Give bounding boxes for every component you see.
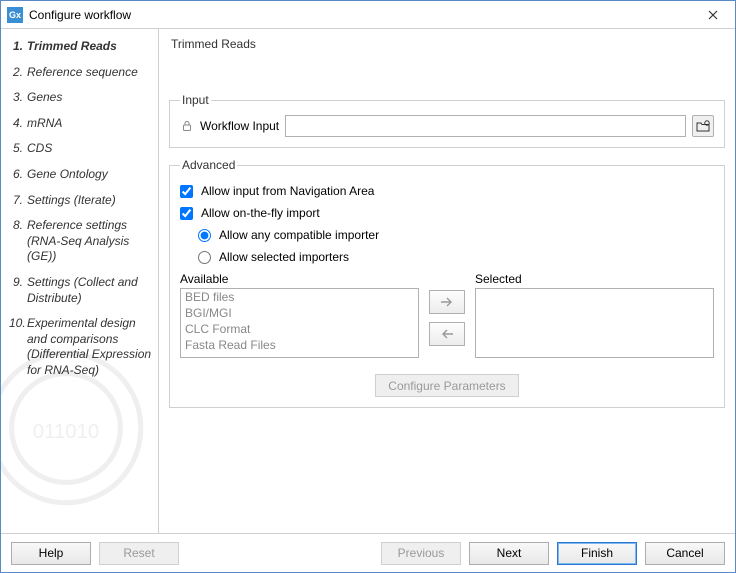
step-label: Reference settings (RNA-Seq Analysis (GE… <box>27 218 154 265</box>
main-panel: Trimmed Reads Input Workflow Input Advan… <box>159 29 735 533</box>
arrow-right-icon <box>440 297 454 307</box>
step-label: Genes <box>27 90 154 106</box>
step-number: 1. <box>9 39 27 55</box>
next-button[interactable]: Next <box>469 542 549 565</box>
allow-fly-checkbox-row[interactable]: Allow on-the-fly import <box>180 206 714 220</box>
step-number: 8. <box>9 218 27 265</box>
allow-selected-radio[interactable] <box>198 251 211 264</box>
step-number: 9. <box>9 275 27 306</box>
browse-button[interactable] <box>692 115 714 137</box>
available-label: Available <box>180 272 419 286</box>
step-label: Reference sequence <box>27 65 154 81</box>
step-label: Settings (Iterate) <box>27 193 154 209</box>
selected-label: Selected <box>475 272 714 286</box>
workflow-input-label: Workflow Input <box>200 119 279 133</box>
arrow-left-icon <box>440 329 454 339</box>
step-label: Settings (Collect and Distribute) <box>27 275 154 306</box>
allow-nav-checkbox[interactable] <box>180 185 193 198</box>
allow-selected-radio-row[interactable]: Allow selected importers <box>198 250 714 264</box>
step-number: 6. <box>9 167 27 183</box>
step-label: CDS <box>27 141 154 157</box>
lock-icon <box>180 119 194 133</box>
close-button[interactable] <box>693 2 733 28</box>
previous-button: Previous <box>381 542 461 565</box>
wizard-step[interactable]: 9.Settings (Collect and Distribute) <box>9 275 154 306</box>
step-label: Trimmed Reads <box>27 39 154 55</box>
wizard-step[interactable]: 10.Experimental design and comparisons (… <box>9 316 154 378</box>
allow-any-radio-row[interactable]: Allow any compatible importer <box>198 228 714 242</box>
footer: Help Reset Previous Next Finish Cancel <box>1 534 735 572</box>
step-number: 7. <box>9 193 27 209</box>
cancel-button[interactable]: Cancel <box>645 542 725 565</box>
advanced-group: Advanced Allow input from Navigation Are… <box>169 158 725 408</box>
allow-nav-label: Allow input from Navigation Area <box>201 184 374 198</box>
step-number: 4. <box>9 116 27 132</box>
wizard-step[interactable]: 3.Genes <box>9 90 154 106</box>
allow-fly-label: Allow on-the-fly import <box>201 206 320 220</box>
close-icon <box>708 10 718 20</box>
step-number: 3. <box>9 90 27 106</box>
allow-nav-checkbox-row[interactable]: Allow input from Navigation Area <box>180 184 714 198</box>
step-label: Gene Ontology <box>27 167 154 183</box>
finish-button[interactable]: Finish <box>557 542 637 565</box>
svg-text:011010: 011010 <box>33 421 100 443</box>
allow-fly-checkbox[interactable] <box>180 207 193 220</box>
move-right-button[interactable] <box>429 290 465 314</box>
wizard-step[interactable]: 8.Reference settings (RNA-Seq Analysis (… <box>9 218 154 265</box>
step-number: 10. <box>9 316 27 378</box>
configure-parameters-button: Configure Parameters <box>375 374 518 397</box>
workflow-input-field[interactable] <box>285 115 686 137</box>
step-label: mRNA <box>27 116 154 132</box>
list-item[interactable]: BED files <box>181 289 418 305</box>
step-number: 2. <box>9 65 27 81</box>
reset-button: Reset <box>99 542 179 565</box>
titlebar: Gx Configure workflow <box>1 1 735 29</box>
wizard-step[interactable]: 6.Gene Ontology <box>9 167 154 183</box>
page-title: Trimmed Reads <box>169 37 725 51</box>
window-title: Configure workflow <box>29 8 693 22</box>
app-icon: Gx <box>7 7 23 23</box>
wizard-step[interactable]: 2.Reference sequence <box>9 65 154 81</box>
step-number: 5. <box>9 141 27 157</box>
wizard-step[interactable]: 7.Settings (Iterate) <box>9 193 154 209</box>
step-label: Experimental design and comparisons (Dif… <box>27 316 154 378</box>
advanced-legend: Advanced <box>180 158 237 172</box>
browse-folder-icon <box>696 119 710 133</box>
input-group: Input Workflow Input <box>169 93 725 148</box>
allow-selected-label: Allow selected importers <box>219 250 349 264</box>
window: Gx Configure workflow 011010 1.Trimmed R… <box>0 0 736 573</box>
list-item[interactable]: Fasta Read Files <box>181 337 418 353</box>
list-item[interactable]: CLC Format <box>181 321 418 337</box>
wizard-step[interactable]: 1.Trimmed Reads <box>9 39 154 55</box>
importer-picker: Available BED filesBGI/MGICLC FormatFast… <box>180 272 714 358</box>
body: 011010 1.Trimmed Reads2.Reference sequen… <box>1 29 735 534</box>
allow-any-label: Allow any compatible importer <box>219 228 379 242</box>
selected-listbox[interactable] <box>475 288 714 358</box>
wizard-steps-sidebar: 011010 1.Trimmed Reads2.Reference sequen… <box>1 29 159 533</box>
allow-any-radio[interactable] <box>198 229 211 242</box>
wizard-step[interactable]: 5.CDS <box>9 141 154 157</box>
available-listbox[interactable]: BED filesBGI/MGICLC FormatFasta Read Fil… <box>180 288 419 358</box>
move-left-button[interactable] <box>429 322 465 346</box>
list-item[interactable]: BGI/MGI <box>181 305 418 321</box>
input-legend: Input <box>180 93 211 107</box>
help-button[interactable]: Help <box>11 542 91 565</box>
wizard-step[interactable]: 4.mRNA <box>9 116 154 132</box>
